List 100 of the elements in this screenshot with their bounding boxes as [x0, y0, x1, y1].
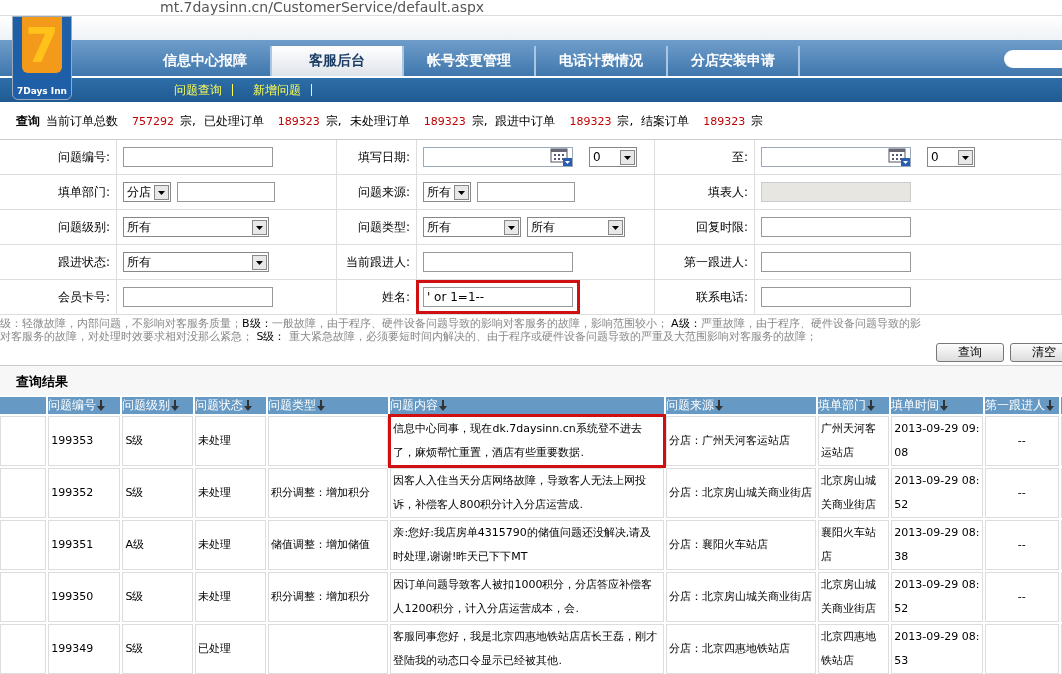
section-title: 查询 — [16, 112, 40, 130]
table-cell: 广州天河客运站店 — [818, 416, 890, 466]
table-cell: 分店：北京房山城关商业街店 — [666, 468, 817, 518]
dropdown-field[interactable]: 0 — [589, 147, 637, 167]
table-cell: 199349 — [48, 624, 121, 674]
dropdown-field[interactable]: 所有 — [123, 252, 269, 272]
dropdown-field[interactable]: 所有 — [123, 217, 269, 237]
down-arrow-icon — [715, 400, 724, 411]
table-cell: 襄阳火车站店 — [818, 520, 890, 570]
field-label: 跟进状态: — [0, 245, 117, 280]
table-cell: 分店：广州天河客运站店 — [666, 416, 817, 466]
stat-count: 189323 — [277, 114, 320, 128]
readonly-field[interactable] — [761, 182, 911, 202]
button[interactable]: 查询 — [936, 343, 1004, 362]
dropdown-field[interactable]: 所有 — [423, 217, 521, 237]
down-arrow-icon — [940, 400, 949, 411]
caret-icon — [504, 219, 519, 235]
legend-text: 级：轻微故障，内部问题，不影响对客服务质量；B级：一般故障，由于程序、硬件设备问题导致的影响对客服务的故障，影响范围较小； A级：严重故障，由于程序、硬件设备问题导致的影 — [0, 317, 922, 330]
table-cell: 积分调整：增加积分 — [267, 468, 389, 518]
field-label: 填表人: — [655, 175, 755, 210]
stat-unit: 宗 — [751, 112, 764, 130]
logo-text: 7Days Inn — [16, 86, 68, 98]
address-bar[interactable]: mt.7daysinn.cn/CustomerService/default.aspx — [0, 0, 1062, 16]
date-field[interactable] — [423, 147, 573, 167]
table-cell: 未处理 — [194, 416, 266, 466]
text-field[interactable] — [423, 252, 573, 272]
down-arrow-icon — [1045, 400, 1054, 411]
text-field[interactable] — [761, 217, 911, 237]
text-field[interactable] — [177, 182, 275, 202]
button[interactable]: 清空 — [1010, 343, 1062, 362]
stat-unit: 宗, — [325, 112, 342, 130]
nav-tab[interactable]: 帐号变更管理 — [404, 46, 536, 76]
field-label: 问题编号: — [0, 140, 117, 175]
section-title: 查询结果 — [0, 366, 1062, 395]
column-header[interactable]: 第一跟进人 — [984, 397, 1059, 414]
field-label: 会员卡号: — [0, 280, 117, 315]
table-cell: 因订单问题导致客人被扣1000积分，分店答应补偿客人1200积分，计入分店运营成本，会. — [390, 572, 665, 622]
dropdown-field[interactable]: 0 — [927, 147, 975, 167]
table-cell: 199352 — [48, 468, 121, 518]
sub-nav-link[interactable]: 问题查询 — [174, 84, 233, 96]
dropdown-field[interactable]: 所有 — [423, 182, 471, 202]
down-arrow-icon — [97, 400, 106, 411]
table-cell: 未处理 — [194, 468, 266, 518]
nav-tab[interactable]: 电话计费情况 — [536, 46, 668, 76]
caret-icon — [252, 219, 267, 235]
table-cell: 亲:您好:我店房单4315790的储值问题还没解决,请及时处理,谢谢!昨天已下下MT — [390, 520, 665, 570]
dropdown-field[interactable]: 所有 — [527, 217, 625, 237]
date-field[interactable] — [761, 147, 911, 167]
table-cell: 信息中心同事，现在dk.7daysinn.cn系统登不进去了，麻烦帮忙重置，酒店有些重要数据. — [390, 416, 665, 466]
table-cell: -- — [984, 520, 1059, 570]
down-arrow-icon — [243, 400, 252, 411]
field-label: 第一跟进人: — [655, 245, 755, 280]
column-header[interactable]: 问题类型 — [267, 397, 389, 414]
column-header[interactable]: 问题来源 — [666, 397, 817, 414]
field-label: 姓名: — [337, 280, 417, 315]
stat-count: 757292 — [132, 114, 174, 128]
dropdown-field[interactable]: 分店 — [123, 182, 171, 202]
caret-icon — [252, 254, 267, 270]
table-cell: 北京房山城关商业街店 — [818, 468, 890, 518]
search-field[interactable] — [1004, 50, 1062, 68]
down-arrow-icon — [439, 400, 448, 411]
stat-count: 189323 — [569, 114, 612, 128]
table-cell: 2013-09-29 09:08 — [891, 416, 983, 466]
table-cell: 2013-09-29 08:52 — [891, 468, 983, 518]
table-cell: 客服同事您好，我是北京四惠地铁站店店长王磊，刚才登陆我的动态口令显示已经被其他. — [390, 624, 665, 674]
table-cell: S级 — [122, 416, 193, 466]
stat-label: 跟进中订单 — [495, 112, 556, 130]
text-field[interactable]: ' or 1=1-- — [423, 287, 573, 307]
text-field[interactable] — [761, 287, 911, 307]
column-header[interactable]: 问题内容 — [390, 397, 665, 414]
caret-icon — [154, 184, 169, 200]
column-header[interactable]: 填单部门 — [818, 397, 890, 414]
stat-count: 189323 — [423, 114, 466, 128]
caret-icon — [958, 149, 973, 165]
column-header[interactable]: 问题编号 — [48, 397, 121, 414]
text-field[interactable] — [477, 182, 575, 202]
table-cell: -- — [984, 572, 1059, 622]
nav-tab[interactable]: 客服后台 — [272, 46, 404, 76]
down-arrow-icon — [171, 400, 180, 411]
table-cell: 199353 — [48, 416, 121, 466]
table-cell: A级 — [122, 520, 193, 570]
caret-icon — [454, 184, 469, 200]
stat-count: 189323 — [703, 114, 746, 128]
text-field[interactable] — [123, 287, 273, 307]
column-header[interactable]: 问题状态 — [194, 397, 266, 414]
legend-text: 对客服务的故障，对处理时效要求相对没那么紧急； S级： 重大紧急故障，必须要短时间内解决的、由于程序或硬件设备问题导致的严重及大范围影响对客服务的故障； — [0, 330, 818, 343]
nav-tab[interactable]: 分店安装申请 — [668, 46, 800, 76]
table-cell: 已处理 — [194, 624, 266, 674]
sub-nav-link[interactable]: 新增问题 — [253, 84, 312, 96]
column-header[interactable]: 填单时间 — [891, 397, 983, 414]
table-cell: 199350 — [48, 572, 121, 622]
stat-label: 已处理订单 — [203, 112, 264, 130]
text-field[interactable] — [123, 147, 273, 167]
stat-unit: 宗, — [617, 112, 634, 130]
table-cell: 2013-09-29 08:38 — [891, 520, 983, 570]
field-label: 问题类型: — [337, 210, 417, 245]
text-field[interactable] — [761, 252, 911, 272]
table-cell: 未处理 — [194, 572, 266, 622]
column-header[interactable]: 问题级别 — [122, 397, 193, 414]
table-cell: 199351 — [48, 520, 121, 570]
